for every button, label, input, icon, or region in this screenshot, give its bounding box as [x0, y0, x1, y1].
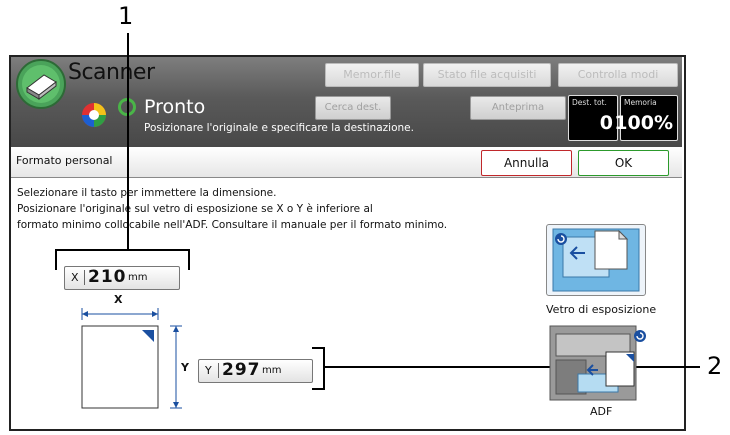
paper-size-diagram	[81, 308, 182, 409]
adf-icon	[549, 325, 646, 401]
exposure-glass-icon	[552, 228, 640, 292]
adf-button[interactable]	[548, 324, 648, 402]
diagram-y-label: Y	[181, 361, 189, 374]
adf-label: ADF	[590, 405, 613, 418]
exposure-glass-label: Vetro di esposizione	[546, 303, 657, 316]
exposure-glass-button[interactable]	[546, 224, 646, 296]
diagram-x-label: X	[114, 293, 123, 306]
